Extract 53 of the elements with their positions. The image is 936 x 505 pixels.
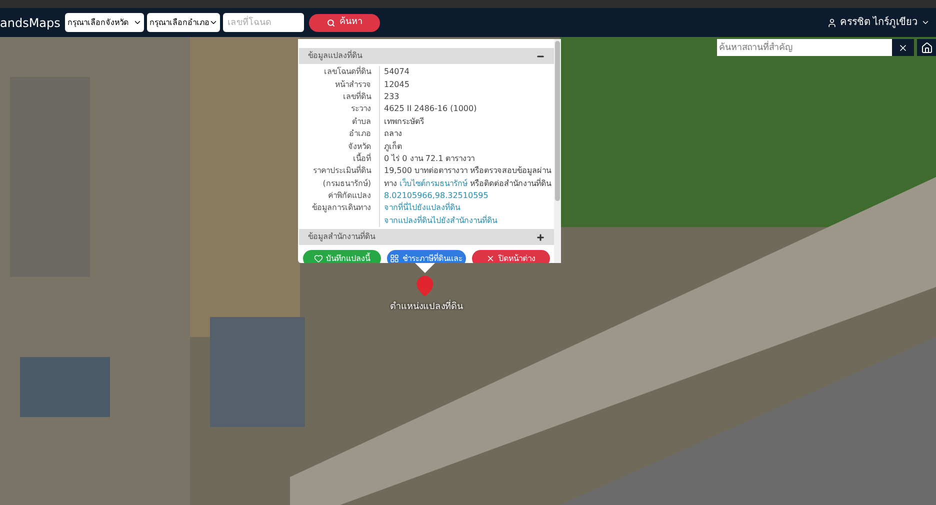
- popup-action-button[interactable]: ปิดหน้าต่าง: [472, 250, 550, 263]
- link[interactable]: จากแปลงที่ดินไปยังสำนักงานที่ดิน: [384, 216, 497, 225]
- heart-icon: [314, 254, 324, 263]
- section-header[interactable]: ข้อมูลแปลงที่ดิน: [299, 48, 554, 64]
- user-icon: [826, 18, 837, 28]
- field-label: หน้าสำรวจ: [335, 80, 371, 89]
- field-label: เลขโฉนดที่ดิน: [324, 67, 371, 76]
- chevron-down-icon: [209, 18, 218, 27]
- field-value: 0 ไร่ 0 งาน 72.1 ตารางวา: [384, 154, 475, 163]
- place-search-field[interactable]: ค้นหาสถานที่สำคัญ: [717, 39, 892, 56]
- field-label: เนื้อที่: [353, 154, 371, 163]
- brand-name: andsMaps: [0, 14, 60, 32]
- province-select[interactable]: กรุณาเลือกจังหวัด: [65, 13, 144, 32]
- field-value: 12045: [384, 80, 410, 89]
- close-icon: [898, 42, 908, 52]
- field-value: เทพกระษัตรี: [384, 118, 424, 126]
- field-value: ภูเก็ต: [384, 142, 402, 151]
- grid-icon: [390, 254, 400, 263]
- marker-label: ตำแหน่งแปลงที่ดิน: [390, 301, 463, 314]
- search-icon: [327, 18, 336, 26]
- field-label: ค่าพิกัดแปลง: [328, 191, 371, 200]
- link[interactable]: เว็บไซต์กรมธนารักษ์: [400, 178, 468, 188]
- user-menu[interactable]: ครรชิต ไกร์ภูเขียว: [826, 15, 930, 30]
- field-label: ราคาประเมินที่ดิน: [313, 166, 371, 176]
- close-icon: [486, 254, 496, 263]
- link[interactable]: 8.02105966,98.32510595: [384, 192, 488, 200]
- field-label: (กรมธนารักษ์): [322, 178, 371, 188]
- field-label: ตำบล: [352, 116, 371, 126]
- field-value: 4625 II 2486-16 (1000): [384, 105, 477, 114]
- field-value: 54074: [384, 68, 410, 76]
- field-value: 233: [384, 92, 400, 101]
- location-pin-icon: [414, 275, 436, 297]
- close-button[interactable]: [892, 39, 914, 56]
- district-select[interactable]: กรุณาเลือกอำเภอ: [147, 13, 220, 32]
- field-label: เลขที่ดิน: [343, 92, 371, 101]
- plus-icon: [536, 232, 545, 242]
- field-label: จังหวัด: [348, 142, 371, 151]
- field-value: 19,500 บาทต่อตารางวา หรือตรวจสอบข้อมูลผ่าน: [384, 167, 552, 176]
- search-button[interactable]: ค้นหา: [309, 14, 380, 32]
- field-label: ระวาง: [351, 104, 371, 114]
- field-label: อำเภอ: [349, 129, 371, 138]
- field-value: ทาง เว็บไซต์กรมธนารักษ์ หรือติดต่อสำนักงานที่ดิน: [384, 180, 552, 188]
- field-label: ข้อมูลการเดินทาง: [312, 203, 371, 212]
- chevron-down-icon: [133, 18, 142, 27]
- home-icon: [921, 42, 933, 54]
- home-button[interactable]: [917, 39, 936, 56]
- field-value: ถลาง: [384, 130, 402, 138]
- popup-action-button[interactable]: บันทึกแปลงนี้: [303, 250, 382, 263]
- section-header[interactable]: ข้อมูลสำนักงานที่ดิน: [299, 229, 554, 246]
- link[interactable]: จากที่นี่ไปยังแปลงที่ดิน: [384, 204, 460, 212]
- chevron-down-icon: [921, 18, 930, 27]
- popup-action-button[interactable]: ชำระภาษีที่ดินและ: [387, 250, 466, 263]
- deed-number-field[interactable]: เลขที่โฉนด: [223, 13, 304, 32]
